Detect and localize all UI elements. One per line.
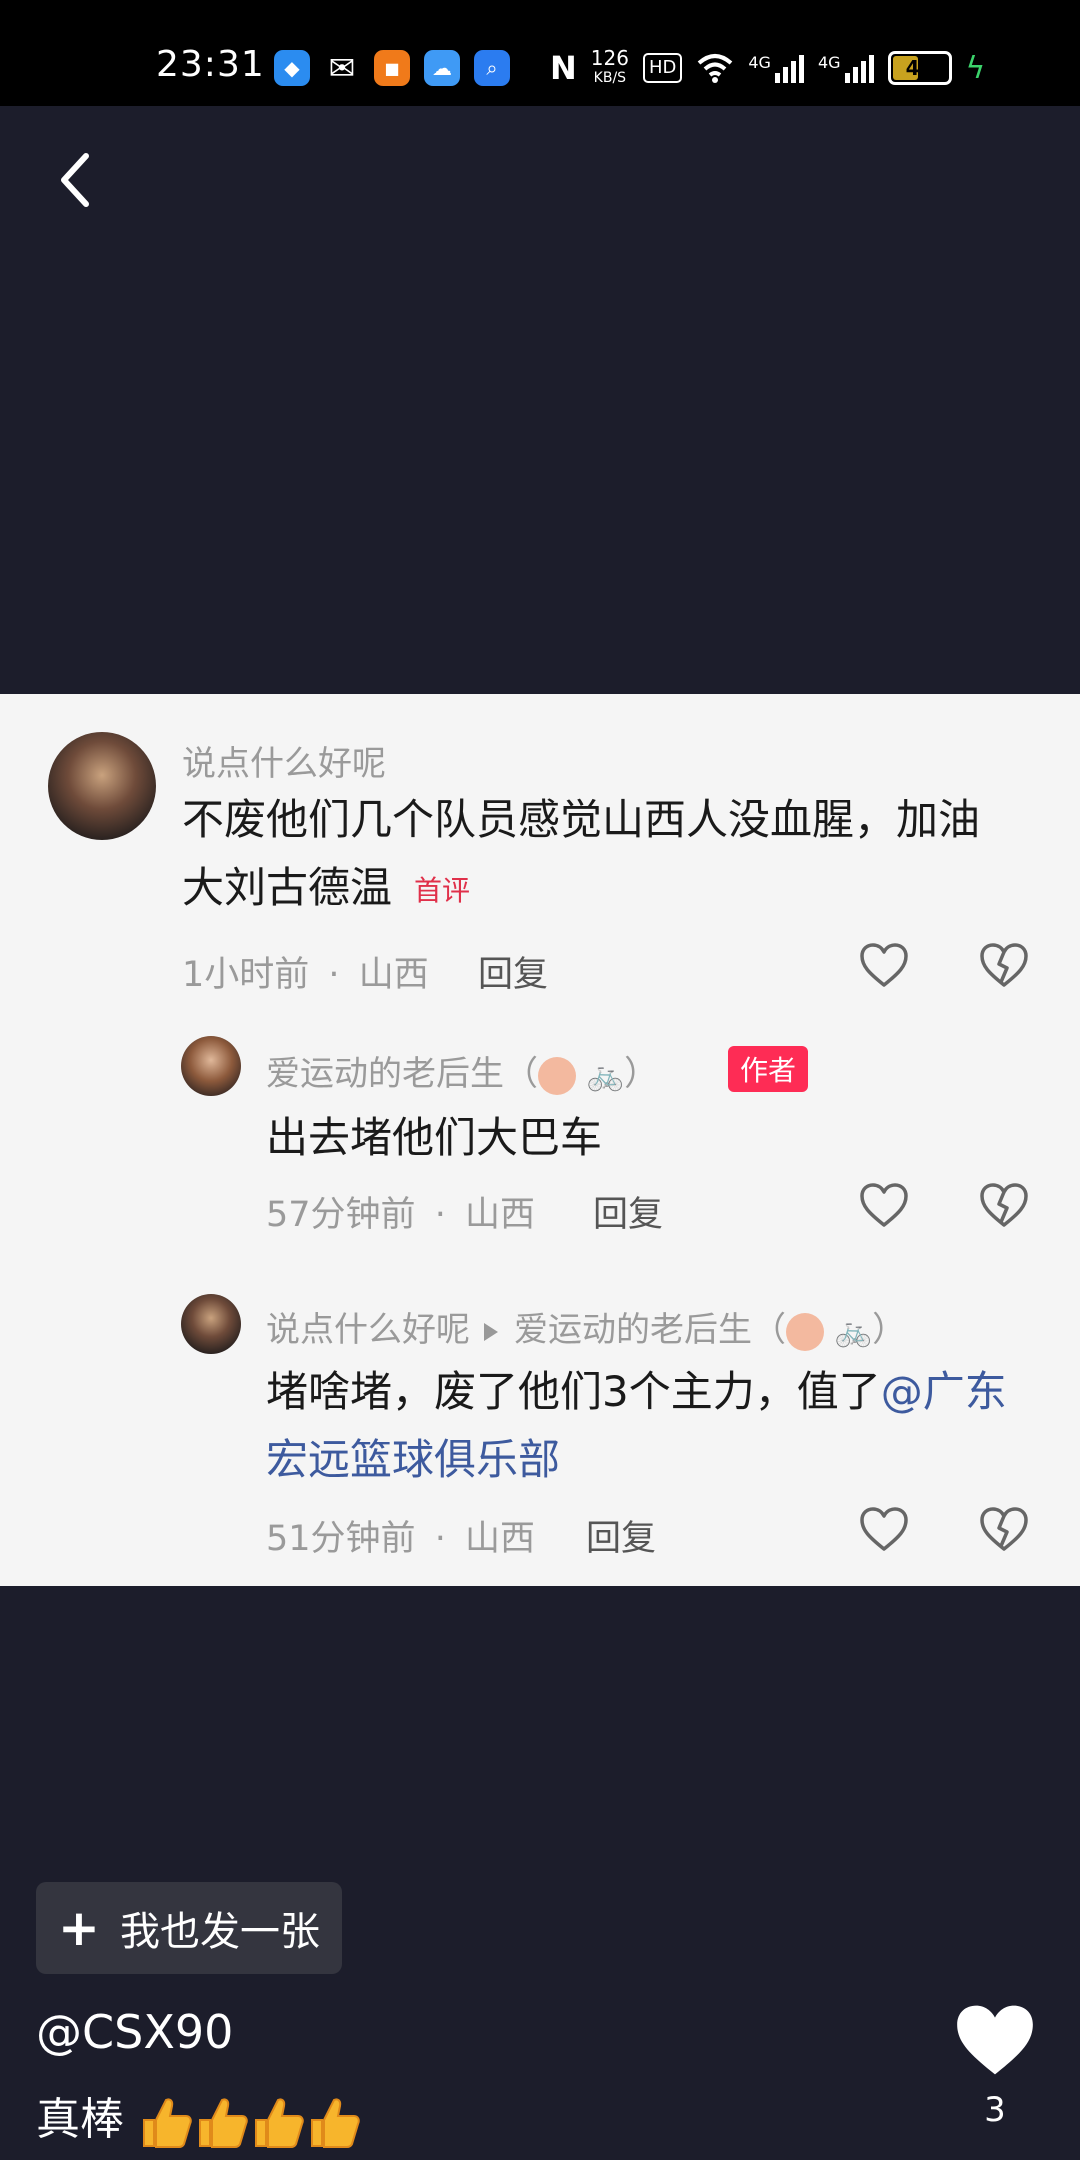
reply-to-username: 爱运动的老后生（ — [514, 1310, 786, 1350]
comment-time: 51分钟前 — [266, 1519, 416, 1559]
plus-icon: + — [58, 1899, 100, 1957]
comment-body: 堵啥堵，废了他们3个主力，值了 — [266, 1367, 881, 1416]
comment-username[interactable]: 说点什么好呢 — [182, 736, 386, 785]
reply-button[interactable]: 回复 — [586, 1510, 656, 1561]
thumbs-up-icon — [143, 2098, 192, 2148]
comment-location: 山西 — [464, 1195, 535, 1235]
comment-time: 57分钟前 — [266, 1195, 416, 1235]
reply-to-suffix: ） — [872, 1310, 907, 1350]
heart-icon[interactable] — [859, 1506, 909, 1552]
meta-separator: · — [434, 1195, 446, 1235]
reply-button[interactable]: 回复 — [593, 1186, 663, 1237]
author-tag: 作者 — [728, 1046, 809, 1092]
heart-icon[interactable] — [859, 942, 909, 988]
thumbs-up-icon — [199, 2098, 248, 2148]
shopping-app-icon: ■ — [374, 50, 410, 86]
net-speed: 126 KB/S — [591, 48, 629, 88]
heart-icon[interactable] — [952, 2000, 1038, 2080]
post-similar-button[interactable]: + 我也发一张 — [36, 1882, 342, 1974]
reply-button[interactable]: 回复 — [478, 946, 548, 997]
comment-screenshot-card: 说点什么好呢 不废他们几个队员感觉山西人没血腥，加油大刘古德温 首评 1小时前 ·… — [0, 694, 1080, 1586]
heart-icon[interactable] — [859, 1182, 909, 1228]
bicycle-icon: 🚲 — [834, 1314, 873, 1349]
charging-icon: ϟ — [965, 50, 986, 86]
nfc-icon: N — [550, 49, 577, 87]
weather-icon: ☁ — [424, 50, 460, 86]
avatar[interactable] — [48, 732, 156, 840]
status-time: 23:31 — [156, 44, 265, 85]
username-text: 说点什么好呢 — [266, 1310, 470, 1350]
basketball-icon — [786, 1312, 824, 1351]
comment-meta: 51分钟前 · 山西 — [266, 1510, 535, 1561]
comment-location: 山西 — [464, 1519, 535, 1559]
broken-heart-icon[interactable] — [979, 1506, 1029, 1552]
comment-meta: 1小时前 · 山西 — [182, 946, 429, 997]
comment-username[interactable]: 说点什么好呢 爱运动的老后生（ 🚲） — [266, 1302, 906, 1351]
status-bar: 23:31 ◆ ✉ ■ ☁ ⌕ N 126 KB/S HD 4G 4G 46 ϟ — [0, 0, 1080, 106]
notification-icons: ◆ ✉ ■ ☁ ⌕ — [274, 49, 510, 87]
comment-text: 不废他们几个队员感觉山西人没血腥，加油大刘古德温 首评 — [182, 786, 1012, 925]
bicycle-icon: 🚲 — [586, 1058, 625, 1093]
signal-sim1-icon: 4G — [748, 53, 804, 83]
sim1-label: 4G — [748, 53, 771, 72]
back-arrow-icon[interactable] — [52, 150, 102, 210]
post-similar-label: 我也发一张 — [119, 1909, 320, 1955]
wifi-icon — [698, 54, 733, 83]
battery-level: 46 — [905, 56, 934, 80]
net-speed-unit: KB/S — [593, 70, 627, 86]
meta-separator: · — [434, 1519, 446, 1559]
username-text: 爱运动的老后生（ — [266, 1054, 538, 1094]
search-app-icon: ⌕ — [474, 50, 510, 86]
thumbs-up-icon — [255, 2098, 304, 2148]
like-button[interactable] — [950, 2000, 1040, 2084]
sim2-label: 4G — [817, 53, 841, 72]
battery-icon: 46 — [887, 51, 952, 85]
thumbs-up-icon — [311, 2098, 360, 2148]
author-handle[interactable]: @CSX90 — [36, 2005, 233, 2059]
post-caption: 真棒 — [36, 2083, 362, 2150]
like-count: 3 — [984, 2090, 1006, 2130]
comment-meta: 57分钟前 · 山西 — [266, 1186, 535, 1237]
app-notification-icon: ◆ — [274, 50, 310, 86]
signal-sim2-icon: 4G — [818, 53, 874, 83]
avatar[interactable] — [181, 1294, 241, 1354]
comment-time: 1小时前 — [182, 955, 310, 995]
username-suffix: ） — [624, 1054, 659, 1094]
avatar[interactable] — [181, 1036, 241, 1096]
comment-body: 不废他们几个队员感觉山西人没血腥，加油大刘古德温 — [182, 795, 981, 912]
caption-text: 真棒 — [36, 2094, 124, 2145]
system-status-icons: N 126 KB/S HD 4G 4G 46 ϟ — [550, 48, 985, 88]
first-comment-tag: 首评 — [414, 873, 471, 907]
comment-location: 山西 — [358, 955, 429, 995]
broken-heart-icon[interactable] — [979, 942, 1029, 988]
comment-text: 出去堵他们大巴车 — [266, 1113, 603, 1162]
broken-heart-icon[interactable] — [979, 1182, 1029, 1228]
basketball-icon — [538, 1056, 576, 1095]
comment-text: 堵啥堵，废了他们3个主力，值了@广东宏远篮球俱乐部 — [266, 1358, 1026, 1494]
wechat-icon: ✉ — [328, 49, 356, 87]
meta-separator: · — [328, 955, 340, 995]
hd-icon: HD — [642, 53, 683, 83]
comment-username[interactable]: 爱运动的老后生（ 🚲） — [266, 1046, 658, 1095]
reply-arrow-icon — [484, 1322, 498, 1341]
net-speed-value: 126 — [590, 46, 629, 70]
